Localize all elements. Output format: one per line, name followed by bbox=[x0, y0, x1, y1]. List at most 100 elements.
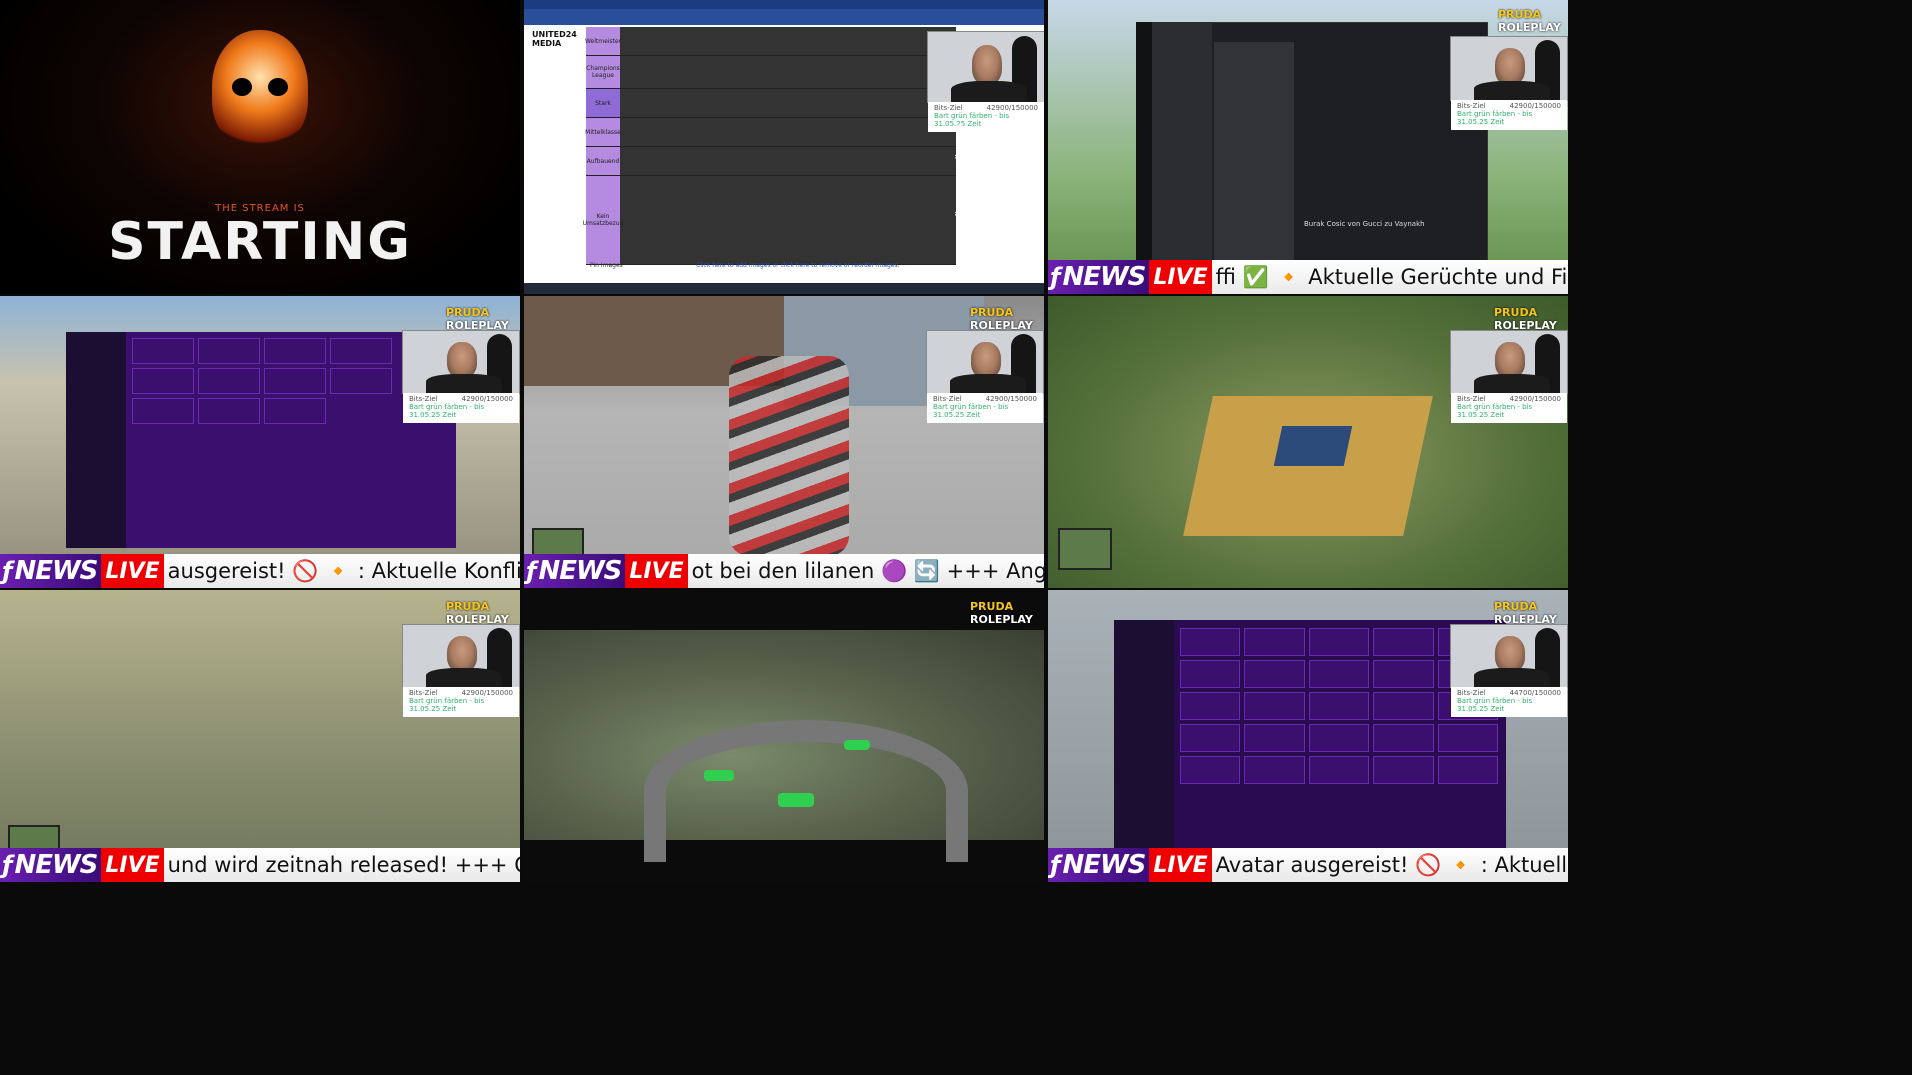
face bbox=[447, 636, 478, 673]
brand-logo: PRUDA ROLEPLAY bbox=[446, 306, 520, 332]
news-logo: ƒ NEWS bbox=[1048, 848, 1150, 882]
bits-goal-label: Bits-Ziel bbox=[409, 395, 438, 403]
car bbox=[778, 793, 814, 807]
bits-goal-sub: Bart grün färben - bis 31.05.25 Zeit bbox=[1457, 110, 1533, 126]
report-card[interactable] bbox=[1180, 724, 1241, 752]
report-card[interactable] bbox=[1373, 724, 1434, 752]
body bbox=[1474, 668, 1550, 687]
report-card[interactable] bbox=[264, 398, 326, 424]
report-card[interactable] bbox=[1373, 628, 1434, 656]
bits-goal: Bits-Ziel 42900/150000 Bart grün färben … bbox=[403, 393, 519, 423]
report-card[interactable] bbox=[1308, 724, 1370, 752]
channel-list bbox=[1152, 22, 1212, 267]
skull-eye-right bbox=[268, 78, 288, 96]
ticker-text: ausgereist! 🚫 🔸 : Aktuelle Konflikte in … bbox=[167, 558, 520, 583]
report-card[interactable] bbox=[198, 338, 260, 364]
webcam-overlay: Bits-Ziel 42900/150000 Bart grün färben … bbox=[1450, 330, 1568, 423]
report-card[interactable] bbox=[1244, 660, 1305, 688]
pin-images-label[interactable]: Pin Images bbox=[590, 262, 623, 269]
f-icon: ƒ bbox=[1050, 263, 1061, 291]
tier-list: Weltmeister Champions League Stark Mittelkl… bbox=[583, 27, 956, 265]
live-badge: LIVE bbox=[101, 848, 164, 882]
report-card[interactable] bbox=[1437, 756, 1498, 784]
tier-label[interactable]: Kein Umsatzbezug bbox=[583, 176, 623, 264]
tier-label[interactable]: Stark bbox=[586, 89, 620, 117]
report-card[interactable] bbox=[1308, 756, 1370, 784]
body bbox=[951, 81, 1027, 102]
news-logo: ƒ NEWS bbox=[524, 554, 626, 588]
brand-logo: PRUDA ROLEPLAY bbox=[1494, 306, 1568, 332]
news-ticker: ƒ NEWS LIVE Avatar ausgereist! 🚫 🔸 : Aktu… bbox=[1048, 848, 1568, 882]
brand-name-a: PRUDA bbox=[970, 600, 1014, 613]
report-card[interactable] bbox=[1308, 660, 1370, 688]
report-card[interactable] bbox=[132, 368, 194, 394]
news-ticker: ƒ NEWS LIVE ffi ✅ 🔸 Aktuelle Gerüchte und… bbox=[1048, 260, 1568, 294]
report-card[interactable] bbox=[198, 368, 260, 394]
starting-title: STARTING bbox=[108, 212, 412, 272]
bits-goal-sub: Bart grün färben - bis 31.05.25 Zeit bbox=[933, 403, 1009, 419]
face bbox=[1495, 48, 1526, 85]
tierlist-footer[interactable]: Click here to add images or click here t… bbox=[696, 262, 900, 269]
browser-toolbar bbox=[524, 9, 1044, 25]
united24-logo: UNITED24 MEDIA bbox=[532, 30, 577, 48]
report-card[interactable] bbox=[264, 368, 326, 394]
brand-logo: PRUDA ROLEPLAY bbox=[446, 600, 520, 626]
skull-icon bbox=[212, 30, 308, 148]
bits-goal-value: 42900/150000 bbox=[1509, 395, 1561, 403]
body bbox=[1474, 81, 1550, 100]
f-icon: ƒ bbox=[1050, 851, 1061, 879]
bits-goal-label: Bits-Ziel bbox=[933, 395, 962, 403]
report-card[interactable] bbox=[1180, 692, 1241, 720]
f-icon: ƒ bbox=[2, 851, 13, 879]
gear-icon[interactable]: ⚙ bbox=[954, 207, 965, 221]
report-card[interactable] bbox=[1308, 628, 1370, 656]
report-card[interactable] bbox=[198, 398, 260, 424]
report-card[interactable] bbox=[1437, 724, 1498, 752]
report-card[interactable] bbox=[1244, 692, 1305, 720]
body bbox=[950, 374, 1026, 393]
report-card[interactable] bbox=[1244, 756, 1305, 784]
bits-goal: Bits-Ziel 42900/150000 Bart grün färben … bbox=[1451, 100, 1567, 130]
bits-goal-sub: Bart grün färben - bis 31.05.25 Zeit bbox=[1457, 697, 1533, 713]
tile-street-lineup: PRUDA ROLEPLAY Bits-Ziel 42900/150000 Ba… bbox=[524, 296, 1044, 588]
player-list bbox=[1114, 620, 1174, 848]
news-logo: ƒ NEWS bbox=[0, 554, 102, 588]
face bbox=[1495, 636, 1526, 673]
live-badge: LIVE bbox=[625, 554, 688, 588]
tier-label[interactable]: Mittelklasse bbox=[585, 118, 621, 146]
report-card[interactable] bbox=[1373, 660, 1434, 688]
news-headline: Burak Cosic von Gucci zu Vaynakh bbox=[1304, 220, 1425, 228]
brand-name-a: PRUDA bbox=[1494, 306, 1538, 319]
report-card[interactable] bbox=[132, 398, 194, 424]
news-logo-text: NEWS bbox=[538, 556, 622, 586]
report-card[interactable] bbox=[1244, 628, 1305, 656]
tier-label[interactable]: Weltmeister bbox=[585, 27, 621, 55]
report-card[interactable] bbox=[1373, 756, 1434, 784]
ticker-text: ffi ✅ 🔸 Aktuelle Gerüchte und Fix Transf… bbox=[1215, 264, 1568, 289]
gear-icon[interactable]: ⚙ bbox=[954, 122, 965, 136]
tier-label[interactable]: Aufbauend bbox=[586, 147, 620, 175]
bits-goal: Bits-Ziel 42900/150000 Bart grün färben … bbox=[403, 687, 519, 717]
report-card[interactable] bbox=[1373, 692, 1434, 720]
report-card[interactable] bbox=[132, 338, 194, 364]
live-badge: LIVE bbox=[1149, 260, 1212, 294]
report-card[interactable] bbox=[1244, 724, 1305, 752]
webcam-overlay: Bits-Ziel 42900/150000 Bart grün färben … bbox=[927, 31, 1044, 132]
report-card[interactable] bbox=[1180, 628, 1241, 656]
f-icon: ƒ bbox=[2, 557, 13, 585]
gear-icon[interactable]: ⚙ bbox=[954, 150, 965, 164]
face bbox=[971, 342, 1002, 379]
report-card[interactable] bbox=[1180, 660, 1241, 688]
skull-eye-left bbox=[232, 78, 252, 96]
report-card[interactable] bbox=[330, 368, 392, 394]
report-card[interactable] bbox=[264, 338, 326, 364]
tile-hillside: PRUDA ROLEPLAY Bits-Ziel 42900/150000 Ba… bbox=[0, 590, 520, 882]
live-badge: LIVE bbox=[1149, 848, 1212, 882]
report-card[interactable] bbox=[330, 338, 392, 364]
news-logo-text: NEWS bbox=[14, 850, 98, 880]
bits-goal-label: Bits-Ziel bbox=[934, 104, 963, 112]
tier-label[interactable]: Champions League bbox=[586, 56, 620, 88]
tier-row: Stark bbox=[586, 89, 956, 118]
report-card[interactable] bbox=[1180, 756, 1241, 784]
report-card[interactable] bbox=[1308, 692, 1370, 720]
